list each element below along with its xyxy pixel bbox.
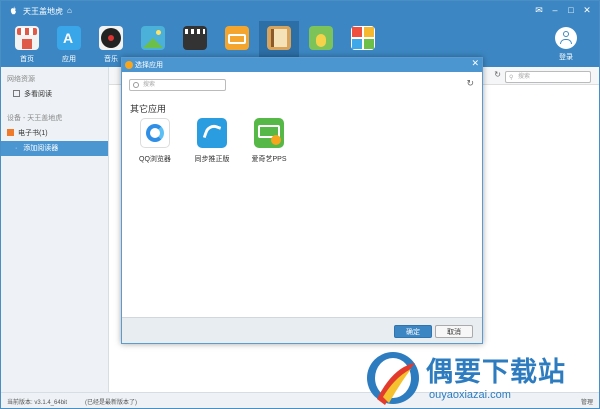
sidebar-item-label: 添加阅读器 xyxy=(23,145,59,152)
app-window: 天王盖地虎 ⌂ ✉ – □ ✕ 首页 A 应用 音乐 登录 网络资源 多看阅读 … xyxy=(0,0,600,409)
bullet-icon: · xyxy=(15,145,18,152)
dialog-refresh-icon[interactable]: ↻ xyxy=(466,78,474,89)
toolbar-label: 首页 xyxy=(20,56,34,63)
watermark-logo-icon xyxy=(367,352,419,405)
app-label: QQ浏览器 xyxy=(139,156,171,163)
search-icon: ⚲ xyxy=(509,75,514,81)
login-label: 登录 xyxy=(559,54,573,61)
minimize-icon[interactable]: – xyxy=(549,4,561,17)
tongbutui-icon xyxy=(197,118,227,148)
window-title: 天王盖地虎 xyxy=(23,7,63,16)
apple-icon xyxy=(10,6,16,15)
ebook-icon xyxy=(7,129,14,136)
ok-button[interactable]: 确定 xyxy=(394,325,432,338)
user-icon xyxy=(555,27,577,49)
sidebar-item-label: 电子书(1) xyxy=(18,130,48,137)
app-store-icon: A xyxy=(57,26,81,50)
tiles-icon xyxy=(351,26,375,50)
sidebar: 网络资源 多看阅读 设备 - 天王盖地虎 电子书(1) · 添加阅读器 xyxy=(1,67,109,392)
music-icon xyxy=(99,26,123,50)
dialog-footer: 确定 取消 xyxy=(122,317,482,343)
message-icon[interactable]: ✉ xyxy=(533,4,545,17)
search-placeholder: 搜索 xyxy=(143,82,156,88)
section-title: 其它应用 xyxy=(130,104,167,114)
sidebar-section-device: 设备 - 天王盖地虎 xyxy=(7,115,63,122)
maximize-icon[interactable]: □ xyxy=(565,4,577,17)
update-status-text: (已经是最新版本了) xyxy=(85,400,137,406)
photo-icon xyxy=(141,26,165,50)
toolbar-apps[interactable]: A 应用 xyxy=(49,21,89,67)
book-icon xyxy=(267,26,291,50)
app-label: 同步推正版 xyxy=(194,156,230,163)
sidebar-item-duokan[interactable]: 多看阅读 xyxy=(1,87,108,102)
version-text: 当前版本: v3.1.4_64bit xyxy=(7,400,68,406)
pineapple-icon xyxy=(309,26,333,50)
title-bar: 天王盖地虎 ⌂ ✉ – □ ✕ xyxy=(1,1,599,21)
dialog-header: 选择应用 ✕ xyxy=(122,58,482,72)
dialog-close-icon[interactable]: ✕ xyxy=(471,58,479,69)
dialog-title: 选择应用 xyxy=(135,62,163,69)
watermark-text: 偶要下载站 xyxy=(426,357,566,388)
close-icon[interactable]: ✕ xyxy=(581,4,593,17)
refresh-icon[interactable]: ↻ xyxy=(494,70,501,79)
sidebar-item-ebook[interactable]: 电子书(1) xyxy=(1,126,108,141)
login-button[interactable]: 登录 xyxy=(551,27,581,62)
toolbar-home[interactable]: 首页 xyxy=(7,21,47,67)
dialog-search-input[interactable]: 搜索 xyxy=(129,79,226,91)
select-app-dialog: 选择应用 ✕ 搜索 ↻ 其它应用 QQ浏览器 同步推正版 爱奇艺PPS 确定 取… xyxy=(121,57,483,344)
search-icon xyxy=(133,82,139,88)
toolbar-label: 应用 xyxy=(62,56,76,63)
shop-icon xyxy=(15,26,39,50)
home-icon[interactable]: ⌂ xyxy=(67,6,72,15)
sidebar-section-network: 网络资源 xyxy=(7,76,35,83)
search-placeholder: 搜索 xyxy=(518,74,531,80)
qq-browser-icon xyxy=(140,118,170,148)
main-search-input[interactable]: ⚲ 搜索 xyxy=(505,71,591,83)
site-watermark: 偶要下载站 ouyaoxiazai.com xyxy=(359,346,599,408)
video-icon xyxy=(183,26,207,50)
book-small-icon xyxy=(13,90,20,97)
sidebar-item-add-reader[interactable]: · 添加阅读器 xyxy=(1,141,108,156)
cancel-button[interactable]: 取消 xyxy=(435,325,473,338)
watermark-url: ouyaoxiazai.com xyxy=(429,389,511,401)
iqiyi-pps-icon xyxy=(254,118,284,148)
app-label: 爱奇艺PPS xyxy=(251,156,287,163)
dialog-app-icon xyxy=(125,61,133,69)
sidebar-item-label: 多看阅读 xyxy=(24,91,52,98)
wallet-icon xyxy=(225,26,249,50)
